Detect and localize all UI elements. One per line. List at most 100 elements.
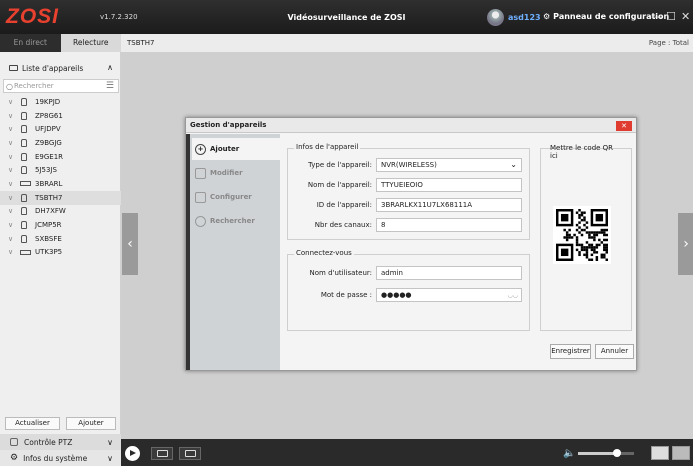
- gear-icon: ⚙: [543, 12, 551, 21]
- ptz-icon: [10, 438, 18, 446]
- chevron-down-icon[interactable]: ∨: [8, 112, 20, 120]
- chevron-down-icon[interactable]: ∨: [8, 153, 20, 161]
- chevron-down-icon[interactable]: ∨: [8, 248, 20, 256]
- list-menu-icon[interactable]: ☰: [106, 81, 114, 91]
- record-button[interactable]: [179, 447, 201, 460]
- gear-icon: ⚙: [10, 453, 19, 463]
- chevron-down-icon[interactable]: ∨: [8, 207, 20, 215]
- device-name: UFJDPV: [35, 125, 61, 134]
- device-list-item[interactable]: ∨ DH7XFW: [0, 205, 121, 219]
- snapshot-button[interactable]: [151, 447, 173, 460]
- minimize-button[interactable]: —: [651, 10, 662, 23]
- device-list-item[interactable]: ∨ TSBTH7: [0, 190, 121, 205]
- save-button[interactable]: Enregistrer: [550, 344, 591, 359]
- device-name-input[interactable]: TTYUEIEOIO: [376, 178, 522, 192]
- device-list-label: Liste d'appareils: [22, 63, 84, 73]
- chevron-up-icon: ∧: [107, 63, 113, 72]
- camera-icon: [157, 450, 168, 457]
- device-list-item[interactable]: ∨ SXBSFE: [0, 232, 121, 246]
- chevron-down-icon[interactable]: ∨: [8, 235, 20, 243]
- nav-edit[interactable]: Modifier: [192, 162, 280, 184]
- device-list-item[interactable]: ∨ ZP8G61: [0, 109, 121, 123]
- device-name: TSBTH7: [35, 193, 63, 202]
- next-page-arrow[interactable]: ›: [678, 213, 693, 275]
- viewport-header: [121, 34, 693, 52]
- grid-view-button[interactable]: [672, 446, 690, 460]
- chevron-down-icon[interactable]: ∨: [8, 194, 20, 202]
- plus-icon: +: [195, 143, 206, 155]
- cancel-button[interactable]: Annuler: [595, 344, 634, 359]
- username-label: Nom d'utilisateur:: [309, 269, 372, 277]
- device-list-item[interactable]: ∨ 3BRARL: [0, 177, 121, 191]
- dialog-close-button[interactable]: ✕: [616, 121, 632, 131]
- username-input[interactable]: admin: [376, 266, 522, 280]
- password-input[interactable]: ●●●●● ◡◡: [376, 288, 522, 302]
- system-info-bar[interactable]: ⚙ Infos du système ∨: [0, 450, 121, 466]
- chevron-down-icon[interactable]: ∨: [8, 180, 20, 188]
- device-name: JCMP5R: [35, 221, 62, 230]
- chevron-down-icon[interactable]: ∨: [8, 98, 20, 106]
- eye-icon[interactable]: ◡◡: [508, 290, 518, 302]
- device-list-header[interactable]: Liste d'appareils ∧: [0, 60, 121, 76]
- channel-count-label: Nbr des canaux:: [314, 221, 372, 229]
- device-name: 19KPJD: [35, 97, 61, 106]
- nav-search[interactable]: Rechercher: [192, 210, 280, 232]
- chevron-down-icon[interactable]: ∨: [8, 166, 20, 174]
- device-list-item[interactable]: ∨ UFJDPV: [0, 122, 121, 136]
- device-list-item[interactable]: ∨ 19KPJD: [0, 95, 121, 109]
- nav-search-label: Rechercher: [210, 217, 255, 225]
- search-icon: ○: [6, 82, 13, 91]
- viewport-device-name: TSBTH7: [127, 39, 155, 47]
- device-id-label: ID de l'appareil:: [316, 201, 372, 209]
- play-button[interactable]: [125, 446, 140, 461]
- chevron-down-icon: ∨: [107, 453, 113, 463]
- camera-icon: [21, 152, 27, 161]
- title-bar: ZOSI v1.7.2.320 Vidéosurveillance de ZOS…: [0, 0, 693, 34]
- username: asd123: [508, 12, 541, 22]
- volume-icon[interactable]: 🔈: [563, 448, 575, 459]
- device-id-input[interactable]: 3BRARLKX11U7LX68111A: [376, 198, 522, 212]
- close-window-button[interactable]: ✕: [681, 10, 690, 23]
- mode-tabs: En direct Relecture: [0, 34, 121, 52]
- channel-count-input[interactable]: 8: [376, 218, 522, 232]
- single-view-button[interactable]: [651, 446, 669, 460]
- device-list-item[interactable]: ∨ JCMP5R: [0, 218, 121, 232]
- ptz-control-bar[interactable]: Contrôle PTZ ∨: [0, 434, 121, 450]
- device-list: ∨ 19KPJD ∨ ZP8G61 ∨ UFJDPV ∨ Z9BGJG ∨ E9GE1R ∨ 5J53…: [0, 95, 121, 259]
- device-name: ZP8G61: [35, 111, 63, 120]
- nav-configure[interactable]: Configurer: [192, 186, 280, 208]
- dialog-title: Gestion d'appareils: [186, 118, 636, 133]
- dialog-sidebar: + Ajouter Modifier Configurer Rechercher: [186, 134, 280, 370]
- edit-icon: [195, 167, 206, 179]
- password-label: Mot de passe :: [320, 291, 372, 299]
- tab-playback[interactable]: Relecture: [60, 34, 121, 52]
- camera-icon: [21, 166, 27, 175]
- chevron-down-icon[interactable]: ∨: [8, 139, 20, 147]
- qr-code-label: Mettre le code QR ici: [550, 144, 614, 160]
- volume-fill: [578, 452, 618, 455]
- chevron-down-icon[interactable]: ∨: [8, 221, 20, 229]
- previous-page-arrow[interactable]: ‹: [122, 213, 138, 275]
- refresh-button[interactable]: Actualiser: [5, 417, 60, 430]
- nav-configure-label: Configurer: [210, 193, 252, 201]
- nvr-icon: [9, 65, 18, 71]
- add-device-button[interactable]: Ajouter: [66, 417, 116, 430]
- device-type-select[interactable]: NVR(WIRELESS) ⌄: [376, 158, 522, 172]
- device-list-item[interactable]: ∨ 5J53JS: [0, 163, 121, 177]
- device-list-item[interactable]: ∨ UTK3P5: [0, 246, 121, 260]
- camera-icon: [21, 193, 27, 202]
- device-name: E9GE1R: [35, 152, 64, 161]
- system-info-label: Infos du système: [23, 453, 88, 463]
- chevron-down-icon[interactable]: ∨: [8, 125, 20, 133]
- device-list-item[interactable]: ∨ Z9BGJG: [0, 136, 121, 150]
- nav-add-label: Ajouter: [210, 145, 240, 153]
- search-input[interactable]: Rechercher: [14, 82, 54, 90]
- maximize-button[interactable]: ☐: [666, 10, 676, 23]
- volume-slider[interactable]: [578, 449, 634, 457]
- user-account[interactable]: asd123: [487, 8, 541, 26]
- device-list-item[interactable]: ∨ E9GE1R: [0, 150, 121, 164]
- nav-add[interactable]: + Ajouter: [192, 138, 280, 160]
- tab-live[interactable]: En direct: [0, 34, 61, 52]
- camera-icon: [21, 125, 27, 134]
- device-search[interactable]: ○ Rechercher ☰: [3, 79, 119, 93]
